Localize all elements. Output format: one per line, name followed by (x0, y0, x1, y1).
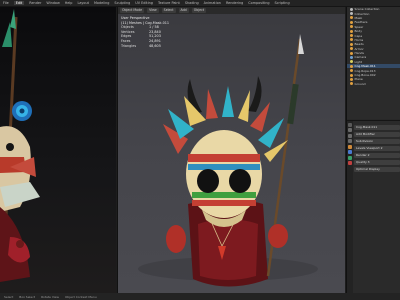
render-tab-icon[interactable] (348, 128, 352, 132)
status-hint: Object Context Menu (64, 294, 97, 299)
outliner-item[interactable]: Ground (347, 82, 400, 86)
render-preview-viewport[interactable] (0, 7, 116, 293)
outliner-item-label: Cog.Rope.013 (354, 68, 376, 73)
object-type-icon (350, 82, 353, 86)
object-type-icon (350, 47, 353, 51)
outliner-panel[interactable]: Scene Collection Collection Mask Feathers Sp… (347, 7, 400, 119)
status-hint: Select (4, 294, 14, 299)
status-bar: Select Box Select Rotate View Object Contex… (0, 293, 400, 300)
menu-item-file[interactable]: File (3, 1, 9, 5)
add-menu[interactable]: Add (178, 8, 189, 13)
top-menubar: File Edit Render Window Help Layout Modeling Sc… (0, 0, 400, 7)
view-menu[interactable]: View (147, 8, 159, 13)
outliner-item-label: Body (354, 29, 363, 34)
menu-item-help[interactable]: Help (65, 1, 73, 5)
menu-item-modeling[interactable]: Modeling (94, 1, 109, 5)
menu-item-compositing[interactable]: Compositing (248, 1, 269, 5)
outliner-item-label: Plane (354, 77, 363, 82)
property-field[interactable]: Levels Viewport 2 (354, 146, 400, 151)
object-type-icon (350, 60, 353, 64)
outliner-item-label: Light (354, 59, 363, 64)
object-type-icon (350, 51, 353, 55)
object-tab-icon[interactable] (348, 144, 352, 149)
menu-item-shading[interactable]: Shading (185, 1, 199, 5)
material-tab-icon[interactable] (348, 155, 352, 160)
outliner-item-label: Collection (354, 11, 370, 16)
object-type-icon (350, 42, 353, 46)
modifier-tab-icon[interactable] (348, 150, 352, 154)
status-hint: Rotate View (41, 294, 59, 299)
property-field[interactable]: Add Modifier (354, 132, 400, 137)
outliner-item-label: Feathers (354, 20, 368, 25)
menu-item-uv-editing[interactable]: UV Editing (135, 1, 153, 5)
physics-tab-icon[interactable] (348, 161, 352, 165)
outliner-item-label: Spear (354, 24, 364, 29)
property-field[interactable]: Optimal Display (354, 167, 400, 172)
object-type-icon (350, 77, 353, 81)
properties-panel[interactable]: Cog.Mask.011 Add Modifier Subdivision Level… (347, 120, 400, 293)
menu-item-layout[interactable]: Layout (77, 1, 89, 5)
menu-item-animation[interactable]: Animation (204, 1, 221, 5)
object-type-icon (350, 29, 353, 33)
object-menu[interactable]: Object (191, 8, 207, 13)
output-tab-icon[interactable] (348, 133, 352, 138)
properties-body: Cog.Mask.011 Add Modifier Subdivision Level… (354, 123, 400, 174)
menu-item-rendering[interactable]: Rendering (226, 1, 243, 5)
object-type-icon (350, 73, 353, 77)
outliner-item-label: Cape (354, 33, 363, 38)
properties-tabs[interactable] (347, 121, 353, 293)
menu-item-render[interactable]: Render (29, 1, 41, 5)
outliner-item-label: Hands (354, 51, 364, 56)
object-type-icon (350, 69, 353, 73)
object-type-icon (350, 20, 353, 24)
render-preview-image (0, 9, 40, 282)
property-field[interactable]: Subdivision (354, 139, 400, 144)
right-editor-column: Scene Collection Collection Mask Feathers Sp… (346, 7, 400, 293)
menu-item-edit[interactable]: Edit (13, 1, 25, 5)
outliner-item-label: Mask (354, 15, 363, 20)
3d-viewport[interactable]: Object Mode View Select Add Object User … (117, 7, 345, 293)
outliner-item-label: Armor (354, 46, 364, 51)
object-type-icon (350, 64, 353, 68)
property-field[interactable]: Cog.Mask.011 (354, 125, 400, 130)
character-model[interactable] (118, 14, 345, 293)
outliner-item-label: Ground (354, 81, 366, 86)
object-type-icon (350, 16, 353, 20)
object-type-icon (350, 7, 353, 11)
outliner-item-label: Camera (354, 55, 367, 60)
menu-item-scripting[interactable]: Scripting (275, 1, 290, 5)
outliner-item-label: Beads (354, 42, 364, 47)
object-type-icon (350, 25, 353, 29)
menu-item-window[interactable]: Window (46, 1, 59, 5)
select-menu[interactable]: Select (161, 8, 176, 13)
outliner-item-label: Scene Collection (354, 7, 380, 12)
scene-tab-icon[interactable] (348, 139, 352, 143)
object-type-icon (350, 34, 353, 38)
object-type-icon (350, 38, 353, 42)
outliner-item-label: Horns (354, 37, 364, 42)
viewport-header: Object Mode View Select Add Object (118, 7, 345, 14)
menu-item-sculpting[interactable]: Sculpting (114, 1, 130, 5)
outliner-item-label: Cog.Mask.011 (354, 64, 376, 69)
menu-item-texture-paint[interactable]: Texture Paint (158, 1, 180, 5)
tool-tab-icon[interactable] (348, 122, 352, 127)
property-field[interactable]: Quality 3 (354, 160, 400, 165)
status-hint: Box Select (19, 294, 36, 299)
mode-selector[interactable]: Object Mode (120, 8, 145, 13)
outliner-item-label: Cog.Bone.002 (354, 73, 376, 78)
property-field[interactable]: Render 2 (354, 153, 400, 158)
object-type-icon (350, 55, 353, 59)
object-type-icon (350, 12, 353, 16)
